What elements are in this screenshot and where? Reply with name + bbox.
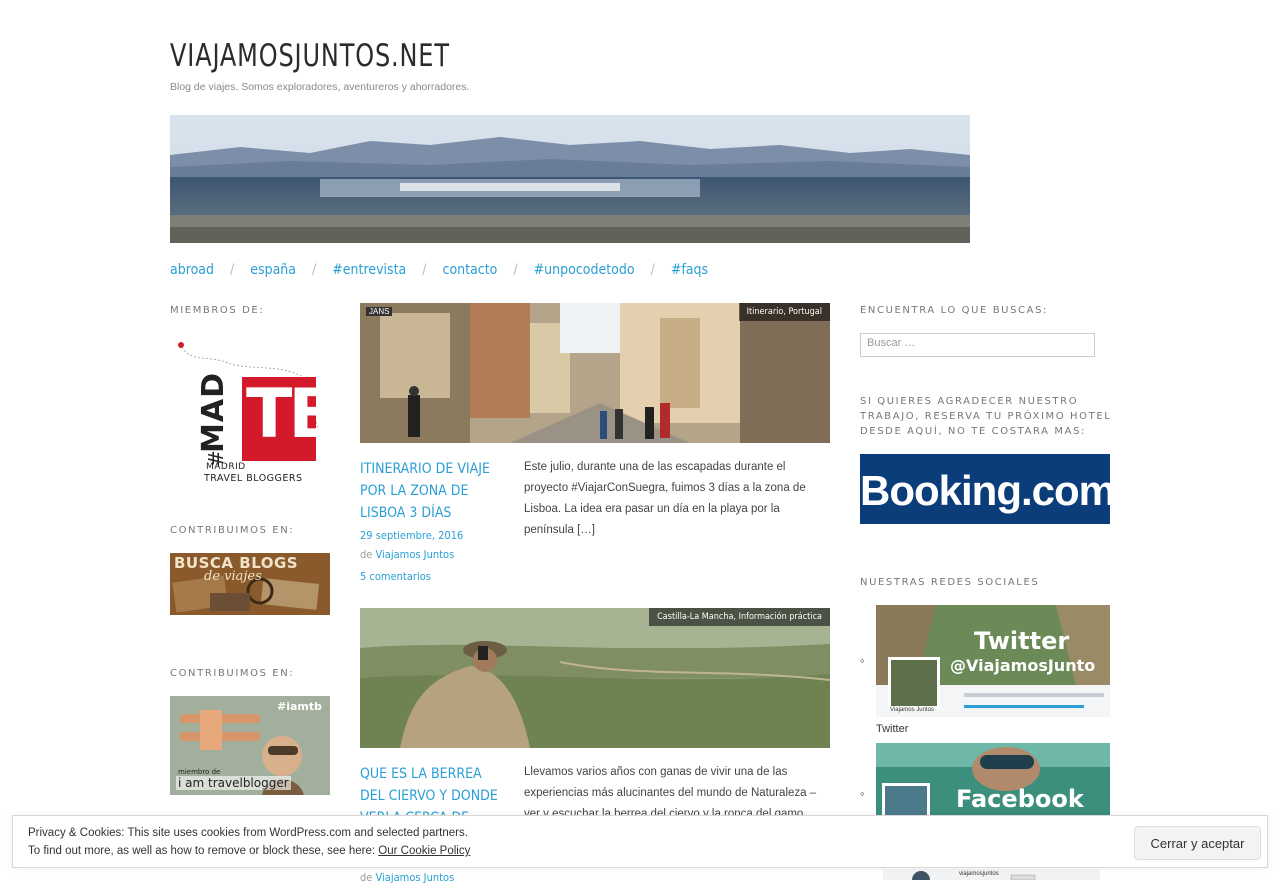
cookie-line-2: To find out more, as well as how to remo… bbox=[28, 845, 376, 857]
main-navigation: abroad / españa / #entrevista / contacto / #unpo… bbox=[170, 262, 708, 278]
post-1-image-sign: JANS bbox=[366, 307, 393, 316]
post-1-author-prefix: de bbox=[360, 548, 373, 561]
cookie-policy-link[interactable]: Our Cookie Policy bbox=[378, 845, 470, 857]
list-bullet: ◦ bbox=[860, 786, 865, 801]
post-2-categories[interactable]: Castilla-La Mancha, Información práctica bbox=[649, 608, 830, 626]
madtb-tb: TB bbox=[246, 375, 330, 454]
madtb-logo[interactable]: # MAD TB MADRID TRAVEL BLOGGERS bbox=[170, 333, 330, 493]
widget-title-social: NUESTRAS REDES SOCIALES bbox=[860, 577, 1040, 588]
iamtb-hashtag: #iamtb bbox=[276, 700, 322, 713]
post-1-excerpt: Este julio, durante una de las escapadas… bbox=[524, 461, 806, 536]
post-1-title[interactable]: ITINERARIO DE VIAJE POR LA ZONA DE LISBO… bbox=[360, 458, 510, 524]
post-1-meta: 29 septiembre, 2016 de Viajamos Juntos 5… bbox=[360, 526, 463, 586]
nav-item-faqs[interactable]: #faqs bbox=[671, 262, 708, 278]
cookie-text: Privacy & Cookies: This site uses cookie… bbox=[28, 824, 470, 860]
booking-logo: Booking.com bbox=[860, 467, 1116, 514]
nav-separator: / bbox=[513, 262, 518, 278]
widget-title-search: ENCUENTRA LO QUE BUSCAS: bbox=[860, 305, 1048, 316]
twitter-profile-name: Viajamos Juntos bbox=[890, 707, 934, 713]
header-image[interactable] bbox=[170, 115, 970, 243]
nav-separator: / bbox=[422, 262, 427, 278]
post-2-image[interactable]: Castilla-La Mancha, Información práctica bbox=[360, 608, 830, 748]
twitter-banner[interactable]: Twitter @ViajamosJunto Viajamos Juntos bbox=[876, 605, 1110, 717]
booking-banner[interactable]: Booking.com bbox=[860, 454, 1116, 524]
site-title[interactable]: VIAJAMOSJUNTOS.NET bbox=[170, 38, 450, 74]
nav-separator: / bbox=[230, 262, 235, 278]
twitter-banner-title: Twitter bbox=[974, 627, 1070, 655]
nav-item-abroad[interactable]: abroad bbox=[170, 262, 214, 278]
madtb-mad: MAD bbox=[196, 372, 231, 453]
search-input[interactable]: Buscar … bbox=[860, 333, 1095, 357]
nav-separator: / bbox=[312, 262, 317, 278]
post-1-image[interactable]: JANS Itinerario, Portugal bbox=[360, 303, 830, 443]
twitter-banner-handle: @ViajamosJunto bbox=[950, 656, 1096, 675]
social-card-3-name: viajamosjuntos bbox=[959, 871, 999, 877]
iamtb-member-of: miembro de bbox=[178, 768, 221, 776]
iamtb-name: i am travelblogger bbox=[176, 776, 291, 790]
widget-title-members: MIEMBROS DE: bbox=[170, 305, 265, 316]
widget-title-booking: SI QUIERES AGRADECER NUESTRO TRABAJO, RE… bbox=[860, 396, 1112, 437]
nav-item-espana[interactable]: españa bbox=[250, 262, 296, 278]
post-2-author-prefix: de bbox=[360, 871, 373, 884]
facebook-banner-title: Facebook bbox=[956, 785, 1084, 813]
facebook-banner[interactable]: Facebook bbox=[876, 743, 1110, 815]
madtb-line1: MADRID bbox=[206, 462, 246, 472]
busca-blogs-subtitle: de viajes bbox=[204, 569, 262, 584]
post-2-meta: de Viajamos Juntos bbox=[360, 868, 454, 887]
iamtb-banner[interactable]: #iamtb miembro de i am travelblogger bbox=[170, 696, 330, 795]
busca-blogs-banner[interactable]: BUSCA BLOGS de viajes bbox=[170, 553, 330, 615]
nav-item-contacto[interactable]: contacto bbox=[443, 262, 498, 278]
list-bullet: ◦ bbox=[860, 653, 865, 668]
post-1-comments[interactable]: 5 comentarios bbox=[360, 567, 463, 586]
site-description: Blog de viajes. Somos exploradores, aven… bbox=[170, 81, 470, 93]
cookie-line-1: Privacy & Cookies: This site uses cookie… bbox=[28, 827, 468, 839]
post-1-author[interactable]: Viajamos Juntos bbox=[376, 548, 455, 561]
nav-separator: / bbox=[650, 262, 655, 278]
widget-title-contribuimos-2: CONTRIBUIMOS EN: bbox=[170, 668, 295, 679]
nav-item-entrevista[interactable]: #entrevista bbox=[332, 262, 406, 278]
post-2-author[interactable]: Viajamos Juntos bbox=[376, 871, 455, 884]
widget-title-contribuimos-1: CONTRIBUIMOS EN: bbox=[170, 525, 295, 536]
social-card-3[interactable]: viajamosjuntos bbox=[883, 869, 1100, 880]
cookie-banner: Privacy & Cookies: This site uses cookie… bbox=[12, 815, 1268, 868]
post-1-categories[interactable]: Itinerario, Portugal bbox=[738, 303, 830, 321]
post-1-date[interactable]: 29 septiembre, 2016 bbox=[360, 526, 463, 545]
nav-item-unpocodetodo[interactable]: #unpocodetodo bbox=[534, 262, 635, 278]
twitter-label[interactable]: Twitter bbox=[876, 723, 908, 735]
madtb-line2: TRAVEL BLOGGERS bbox=[204, 473, 303, 484]
cookie-accept-button[interactable]: Cerrar y aceptar bbox=[1134, 826, 1261, 860]
